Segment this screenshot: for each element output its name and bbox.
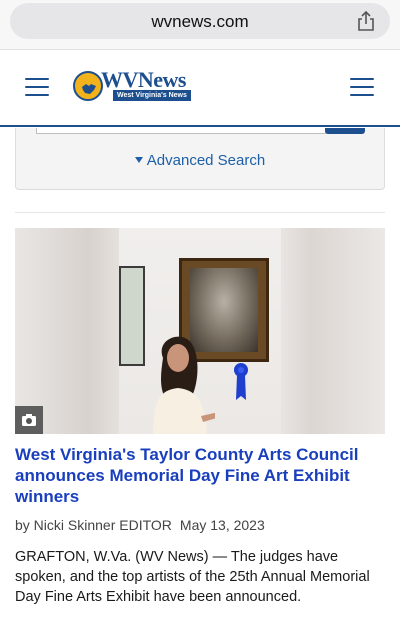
menu-icon[interactable] bbox=[25, 78, 49, 96]
article-summary: GRAFTON, W.Va. (WV News) — The judges ha… bbox=[15, 549, 370, 605]
logo-emblem bbox=[73, 71, 103, 101]
wv-state-icon bbox=[82, 84, 96, 94]
photo bbox=[119, 228, 281, 434]
address-bar[interactable]: wvnews.com bbox=[10, 3, 390, 39]
camera-icon[interactable] bbox=[15, 406, 43, 434]
search-panel: Advanced Search bbox=[15, 128, 385, 190]
advanced-search-link[interactable]: Advanced Search bbox=[16, 152, 384, 169]
site-logo[interactable]: WVNews West Virginia's News bbox=[73, 67, 191, 102]
article-byline: by Nicki Skinner EDITOR May 13, 2023 bbox=[15, 517, 385, 533]
search-button[interactable] bbox=[325, 128, 365, 134]
advanced-search-label[interactable]: Advanced Search bbox=[147, 152, 265, 169]
search-input[interactable] bbox=[36, 128, 326, 134]
painting-left bbox=[119, 266, 145, 366]
site-header: WVNews West Virginia's News bbox=[0, 50, 400, 127]
caret-down-icon bbox=[134, 157, 143, 163]
url-text[interactable]: wvnews.com bbox=[10, 12, 390, 32]
logo-tagline: West Virginia's News bbox=[113, 90, 191, 101]
person bbox=[153, 336, 215, 434]
divider bbox=[15, 212, 385, 213]
browser-toolbar: wvnews.com bbox=[0, 0, 400, 50]
article-author[interactable]: by Nicki Skinner EDITOR bbox=[15, 517, 172, 533]
article-image[interactable] bbox=[15, 228, 385, 434]
ribbon-award bbox=[234, 363, 248, 400]
menu-icon[interactable] bbox=[350, 78, 374, 96]
article-headline[interactable]: West Virginia's Taylor County Arts Counc… bbox=[15, 444, 385, 507]
article-date: May 13, 2023 bbox=[179, 517, 265, 533]
share-icon[interactable] bbox=[356, 10, 376, 32]
